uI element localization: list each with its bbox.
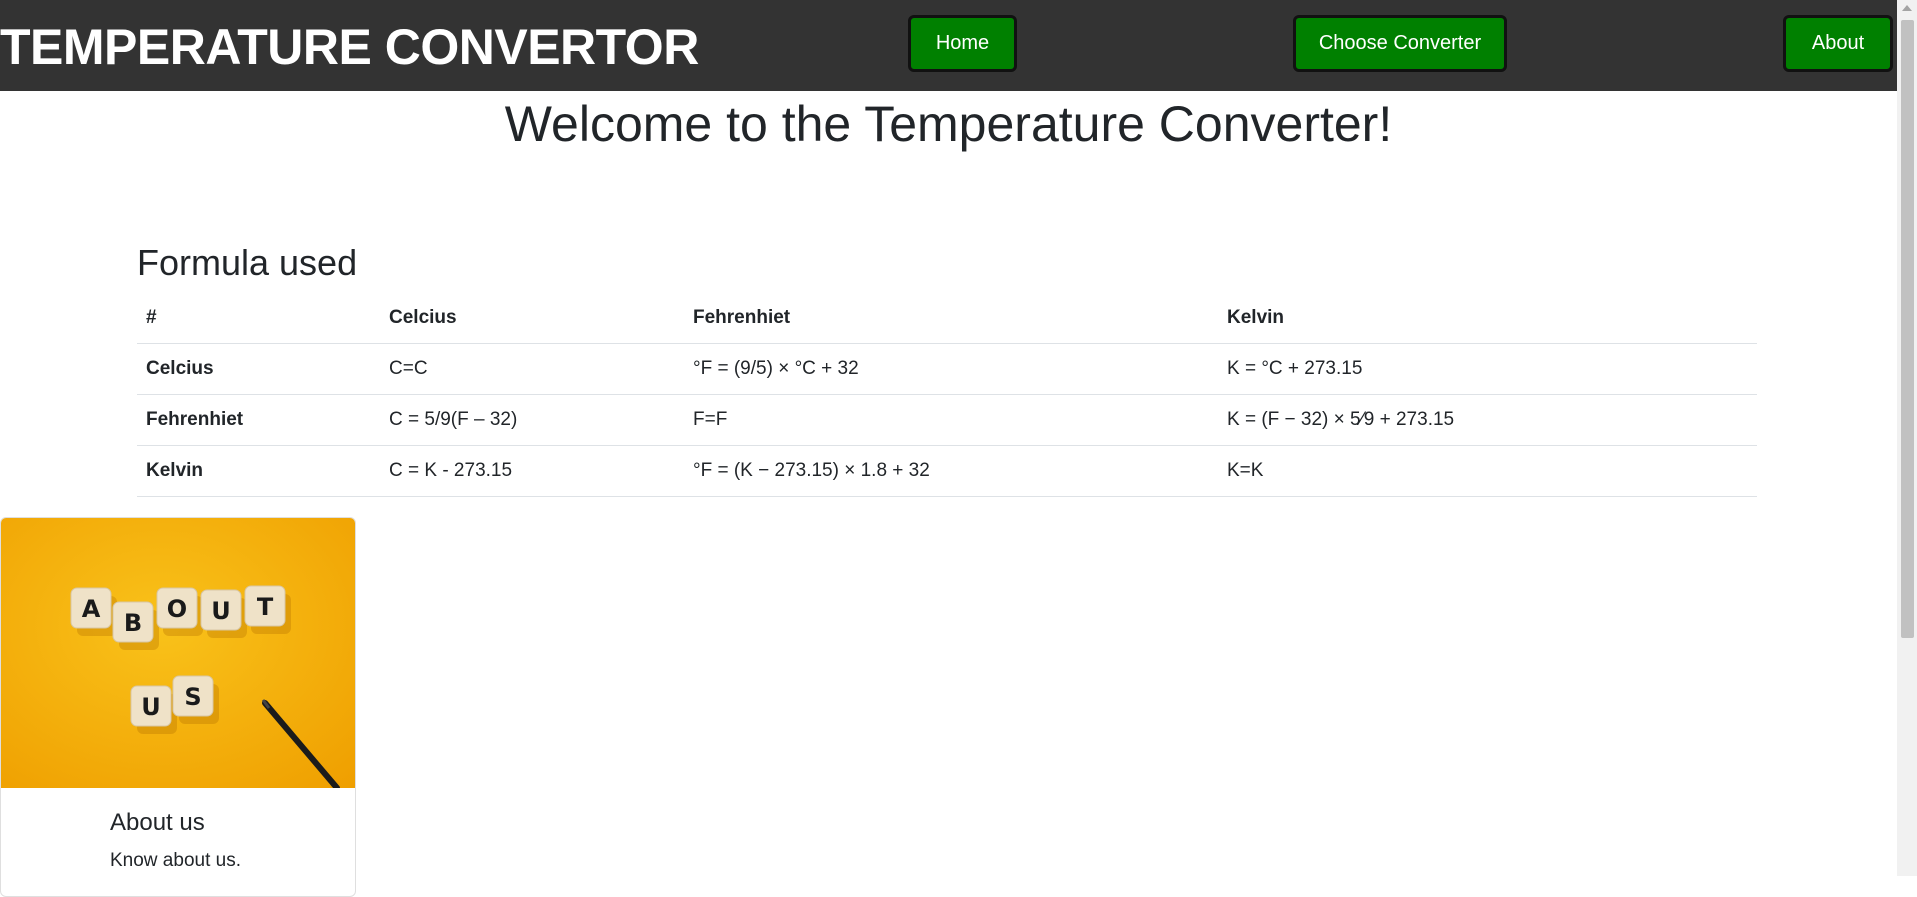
card-text: Know about us.: [110, 850, 241, 871]
header-cell: Kelvin: [1218, 293, 1757, 344]
about-card[interactable]: ABOUTUS About us Know about us.: [0, 517, 356, 897]
brand-title: TEMPERATURE CONVERTOR: [0, 19, 699, 75]
home-button[interactable]: Home: [908, 15, 1017, 72]
section-title-formula: Formula used: [137, 242, 358, 283]
dice-letter: S: [184, 683, 201, 711]
formula-cell: K=K: [1218, 445, 1757, 497]
dice-letter: B: [124, 609, 142, 637]
formula-cell: K = °C + 273.15: [1218, 343, 1757, 395]
card-title: About us: [110, 809, 205, 836]
formula-cell: °F = (K − 273.15) × 1.8 + 32: [684, 445, 1218, 497]
table-row: Fehrenhiet C = 5/9(F – 32) F=F K = (F − …: [137, 394, 1757, 446]
scrollbar-thumb[interactable]: [1901, 20, 1914, 638]
table-row: Celcius C=C °F = (9/5) × °C + 32 K = °C …: [137, 343, 1757, 395]
formula-cell: C=C: [380, 343, 684, 395]
formula-cell: K = (F − 32) × 5⁄9 + 273.15: [1218, 394, 1757, 446]
formula-cell: F=F: [684, 394, 1218, 446]
about-button[interactable]: About: [1783, 15, 1893, 72]
dice-letter: U: [211, 597, 231, 625]
formula-cell: °F = (9/5) × °C + 32: [684, 343, 1218, 395]
formula-cell: C = 5/9(F – 32): [380, 394, 684, 446]
scroll-up-arrow-icon[interactable]: [1902, 5, 1912, 11]
navbar: TEMPERATURE CONVERTOR Home Choose Conver…: [0, 0, 1897, 91]
page-title: Welcome to the Temperature Converter!: [504, 96, 1393, 152]
formula-table: # Celcius Fehrenhiet Kelvin Celcius C=C …: [137, 293, 1757, 497]
table-row: Kelvin C = K - 273.15 °F = (K − 273.15) …: [137, 445, 1757, 497]
formula-cell: C = K - 273.15: [380, 445, 684, 497]
header-cell: Fehrenhiet: [684, 293, 1218, 344]
dice-letter: T: [257, 593, 274, 621]
table-header-row: # Celcius Fehrenhiet Kelvin: [137, 293, 1757, 344]
header-cell: #: [137, 293, 380, 344]
row-header-cell: Fehrenhiet: [137, 394, 380, 446]
about-us-image: A B O U TU S: [1, 518, 355, 788]
vertical-scrollbar[interactable]: [1897, 0, 1917, 876]
header-cell: Celcius: [380, 293, 684, 344]
row-header-cell: Kelvin: [137, 445, 380, 497]
row-header-cell: Celcius: [137, 343, 380, 395]
dice-letter: O: [167, 595, 187, 623]
choose-converter-button[interactable]: Choose Converter: [1293, 15, 1507, 72]
dice-letter: U: [141, 693, 161, 721]
dice-letter: A: [82, 595, 101, 623]
